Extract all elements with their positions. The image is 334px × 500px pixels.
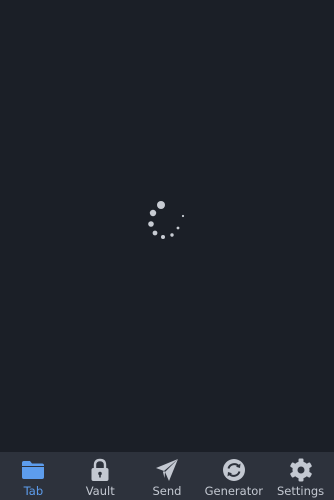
tab-label: Send <box>152 484 182 498</box>
tab-settings[interactable]: Settings <box>267 452 334 500</box>
main-content <box>0 0 334 452</box>
paper-plane-icon <box>154 457 180 483</box>
tab-label: Vault <box>85 484 115 498</box>
refresh-icon <box>221 457 247 483</box>
app-window: Tab Vault Send Generator Settings <box>0 0 334 500</box>
tab-label: Generator <box>204 484 263 498</box>
folder-icon <box>20 457 46 483</box>
tab-tab[interactable]: Tab <box>0 452 67 500</box>
tab-label: Settings <box>277 484 325 498</box>
tab-generator[interactable]: Generator <box>200 452 267 500</box>
gear-icon <box>288 457 314 483</box>
bottom-tab-bar: Tab Vault Send Generator Settings <box>0 452 334 500</box>
tab-vault[interactable]: Vault <box>67 452 134 500</box>
tab-send[interactable]: Send <box>134 452 201 500</box>
tab-label: Tab <box>23 484 44 498</box>
lock-icon <box>87 457 113 483</box>
spinner-icon <box>148 201 185 239</box>
